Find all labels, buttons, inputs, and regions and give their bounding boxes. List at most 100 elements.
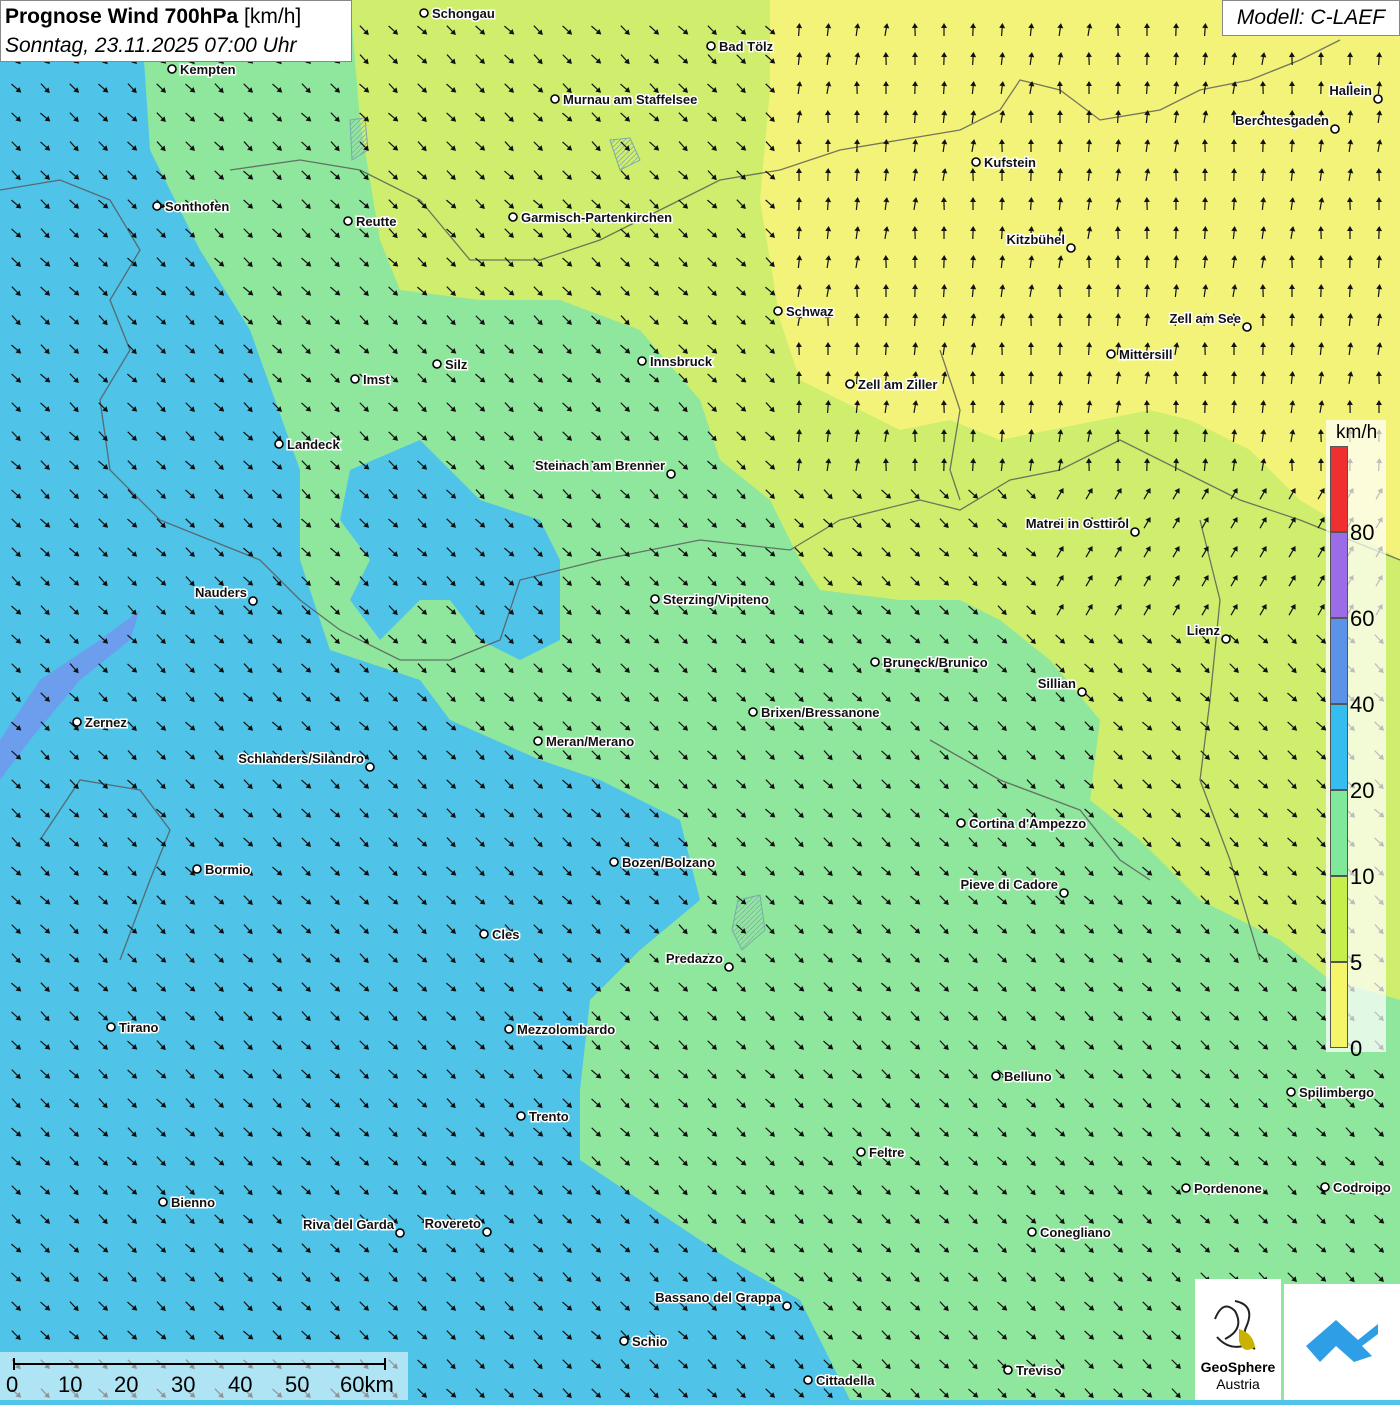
city-label: Imst [363, 372, 390, 387]
city-label: Schwaz [786, 304, 834, 319]
city-dot [1222, 635, 1230, 643]
city-marker[interactable]: Mezzolombardo [505, 1022, 615, 1037]
city-dot [846, 380, 854, 388]
city-label: Zernez [85, 715, 127, 730]
city-label: Predazzo [666, 951, 723, 966]
city-label: Rovereto [425, 1216, 481, 1231]
city-label: Kitzbühel [1007, 232, 1066, 247]
legend-color-segment [1330, 532, 1348, 618]
city-dot [153, 202, 161, 210]
city-label: Treviso [1016, 1363, 1062, 1378]
city-dot [168, 65, 176, 73]
scale-tick-label: 20 [114, 1372, 138, 1398]
city-marker[interactable]: Bozen/Bolzano [610, 855, 715, 870]
city-label: Pieve di Cadore [960, 877, 1058, 892]
city-dot [480, 930, 488, 938]
city-label: Meran/Merano [546, 734, 634, 749]
city-marker[interactable]: Sonthofen [153, 199, 229, 214]
city-dot [1131, 528, 1139, 536]
city-dot [804, 1376, 812, 1384]
city-dot [972, 158, 980, 166]
city-label: Silz [445, 357, 468, 372]
city-label: Berchtesgaden [1235, 113, 1329, 128]
geosphere-logo[interactable]: GeoSphere Austria [1195, 1279, 1281, 1400]
scale-tick-label: 10 [58, 1372, 82, 1398]
city-label: Landeck [287, 437, 341, 452]
city-marker[interactable]: Brixen/Bressanone [749, 705, 880, 720]
city-dot [1060, 889, 1068, 897]
city-dot [159, 1198, 167, 1206]
city-label: Zell am Ziller [858, 377, 937, 392]
legend: km/h 806040201050 [1326, 420, 1386, 1052]
scale-tick-label: 60km [340, 1372, 394, 1398]
city-marker[interactable]: Sterzing/Vipiteno [651, 592, 769, 607]
city-label: Conegliano [1040, 1225, 1111, 1240]
city-label: Pordenone [1194, 1181, 1262, 1196]
city-label: Murnau am Staffelsee [563, 92, 697, 107]
city-label: Innsbruck [650, 354, 713, 369]
legend-tick-label: 10 [1350, 864, 1374, 890]
legend-color-segment [1330, 618, 1348, 704]
city-dot [1321, 1183, 1329, 1191]
city-label: Zell am See [1169, 311, 1241, 326]
legend-unit: km/h [1336, 422, 1377, 444]
city-dot [1374, 95, 1382, 103]
city-dot [193, 865, 201, 873]
city-label: Schongau [432, 6, 495, 21]
forecast-datetime: Sonntag, 23.11.2025 07:00 Uhr [5, 34, 297, 58]
city-dot [366, 763, 374, 771]
geosphere-name: GeoSphere [1195, 1359, 1281, 1375]
city-label: Bassano del Grappa [655, 1290, 781, 1305]
legend-color-segment [1330, 962, 1348, 1048]
legend-color-segment [1330, 446, 1348, 532]
city-dot [957, 819, 965, 827]
city-dot [1331, 125, 1339, 133]
city-label: Kempten [180, 62, 236, 77]
city-dot [249, 597, 257, 605]
scale-bar: 0102030405060km [0, 1352, 408, 1400]
city-label: Sonthofen [165, 199, 229, 214]
city-marker[interactable]: Bruneck/Brunico [871, 655, 988, 670]
city-marker[interactable]: Pordenone [1182, 1181, 1262, 1196]
geosphere-emblem-icon [1195, 1289, 1281, 1369]
title-main: Prognose Wind 700hPa [5, 5, 238, 28]
city-dot [483, 1228, 491, 1236]
city-marker[interactable]: Schongau [420, 6, 495, 21]
city-marker[interactable]: Murnau am Staffelsee [551, 92, 697, 107]
scale-tick-label: 30 [171, 1372, 195, 1398]
legend-color-segment [1330, 704, 1348, 790]
title-box: Prognose Wind 700hPa [km/h] Sonntag, 23.… [0, 0, 352, 62]
city-marker[interactable]: Meran/Merano [534, 734, 634, 749]
model-label: Modell: C-LAEF [1222, 0, 1400, 36]
city-label: Belluno [1004, 1069, 1052, 1084]
city-dot [749, 708, 757, 716]
city-dot [534, 737, 542, 745]
city-marker[interactable]: Garmisch-Partenkirchen [509, 210, 672, 225]
legend-tick-label: 20 [1350, 778, 1374, 804]
city-marker[interactable]: Innsbruck [638, 354, 713, 369]
city-marker[interactable]: Conegliano [1028, 1225, 1111, 1240]
city-label: Schlanders/Silandro [238, 751, 364, 766]
geosphere-app-icon[interactable] [1284, 1284, 1400, 1400]
scale-tick-label: 40 [228, 1372, 252, 1398]
city-label: Tirano [119, 1020, 159, 1035]
legend-tick-label: 0 [1350, 1036, 1362, 1062]
city-label: Steinach am Brenner [535, 458, 665, 473]
city-marker[interactable]: Cortina d'Ampezzo [957, 816, 1086, 831]
city-marker[interactable]: Zell am Ziller [846, 377, 937, 392]
city-dot [420, 9, 428, 17]
legend-tick-label: 5 [1350, 950, 1362, 976]
legend-tick-label: 40 [1350, 692, 1374, 718]
city-dot [344, 217, 352, 225]
title-unit: [km/h] [244, 5, 301, 28]
wind-map[interactable]: SchongauBad TölzKemptenMurnau am Staffel… [0, 0, 1400, 1400]
city-dot [1107, 350, 1115, 358]
city-label: Schio [632, 1334, 667, 1349]
city-label: Hallein [1329, 83, 1372, 98]
city-marker[interactable]: Spilimbergo [1287, 1085, 1374, 1100]
city-dot [1182, 1184, 1190, 1192]
city-dot [707, 42, 715, 50]
city-label: Matrei in Osttirol [1026, 516, 1129, 531]
city-label: Sillian [1038, 676, 1076, 691]
scale-tick-label: 0 [6, 1372, 18, 1398]
